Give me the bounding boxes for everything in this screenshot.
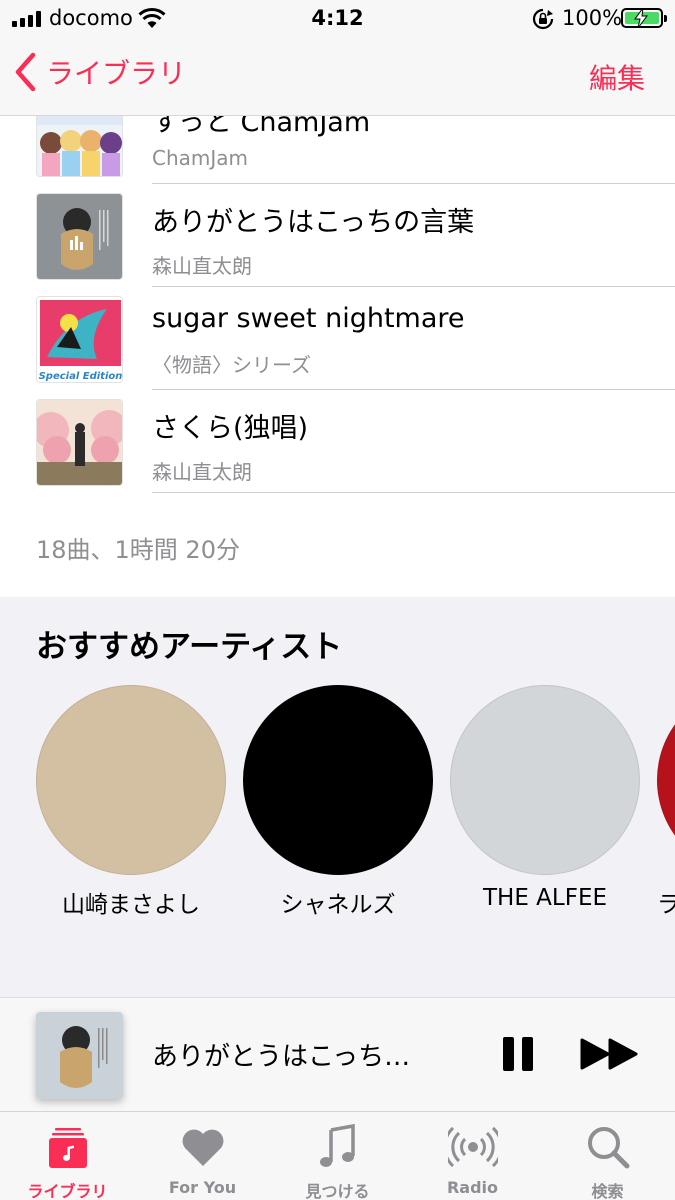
song-artist: ChamJam [152,146,249,170]
artist-card[interactable]: シャネルズ [243,685,433,918]
tab-for-you[interactable]: For You [135,1112,270,1200]
artist-name: ラ [657,892,675,918]
tab-label: Radio [446,1178,499,1197]
artist-image [450,685,640,875]
special-edition-label: Special Edition [39,371,123,382]
song-artist: 〈物語〉シリーズ [152,353,311,377]
tab-label: 検索 [591,1182,624,1200]
album-artwork: Special Edition [36,296,123,383]
song-row[interactable]: すっと ChamJam ChamJam [0,116,675,186]
row-separator [152,492,675,493]
heart-icon [182,1129,224,1166]
song-row[interactable]: さくら(独唱) 森山直太朗 [0,392,675,496]
tab-label: 見つける [305,1182,370,1200]
charging-bolt-icon [634,8,648,28]
song-artist: 森山直太朗 [152,460,252,484]
artist-image [36,685,226,875]
edit-button[interactable]: 編集 [589,57,645,97]
radio-icon [448,1126,498,1168]
album-artwork [36,399,123,486]
tab-library[interactable]: ライブラリ [0,1112,135,1200]
library-icon [49,1128,87,1168]
artist-card[interactable]: 山崎まさよし [36,685,226,918]
chevron-left-icon [15,52,36,92]
artist-name: THE ALFEE [482,885,608,911]
rotation-lock-icon [532,8,554,30]
tab-label: For You [168,1178,237,1197]
tab-browse[interactable]: 見つける [270,1112,405,1200]
tab-search[interactable]: 検索 [540,1112,675,1200]
artist-image [243,685,433,875]
section-title: おすすめアーティスト [36,629,343,665]
song-title: すっと ChamJam [152,116,371,138]
row-separator [152,183,675,184]
playlist-summary: 18曲、1時間 20分 [36,536,240,564]
tab-radio[interactable]: Radio [405,1112,540,1200]
song-title: さくら(独唱) [152,413,309,444]
row-separator [152,286,675,287]
album-artwork [36,193,123,280]
song-title: ありがとうはこっちの言葉 [152,207,475,238]
back-button[interactable]: ライブラリ [14,52,186,92]
tab-label: ライブラリ [27,1182,108,1200]
now-playing-artwork [36,1012,123,1099]
song-row[interactable]: ありがとうはこっちの言葉 森山直太朗 [0,186,675,290]
artist-card[interactable]: THE ALFEE [450,685,640,911]
status-bar: docomo 4:12 100% [0,0,675,40]
mini-player[interactable]: ありがとうはこっち… [0,997,675,1111]
navigation-bar: ライブラリ 編集 [0,40,675,116]
back-button-label: ライブラリ [46,57,187,90]
row-separator [152,389,675,390]
recommended-artists-section: おすすめアーティスト 山崎まさよし シャネルズ THE ALFEE ラ [0,597,675,997]
now-playing-title: ありがとうはこっち… [152,1042,411,1072]
artist-image [657,685,675,875]
battery-percent: 100% [562,6,623,30]
song-artist: 森山直太朗 [152,254,252,278]
song-title: sugar sweet nightmare [152,303,465,334]
album-artwork [36,116,123,177]
search-icon [588,1127,630,1169]
fast-forward-icon[interactable] [580,1038,640,1070]
music-note-icon [320,1123,355,1167]
pause-icon[interactable] [500,1036,536,1072]
song-list: すっと ChamJam ChamJam ありがとうはこっちの言葉 森山直太朗 S… [0,116,675,496]
battery-icon [621,8,667,28]
song-row[interactable]: Special Edition sugar sweet nightmare 〈物… [0,289,675,393]
tab-bar: ライブラリ For You 見つける Radio 検索 [0,1111,675,1200]
artist-card[interactable]: ラ [657,685,675,945]
